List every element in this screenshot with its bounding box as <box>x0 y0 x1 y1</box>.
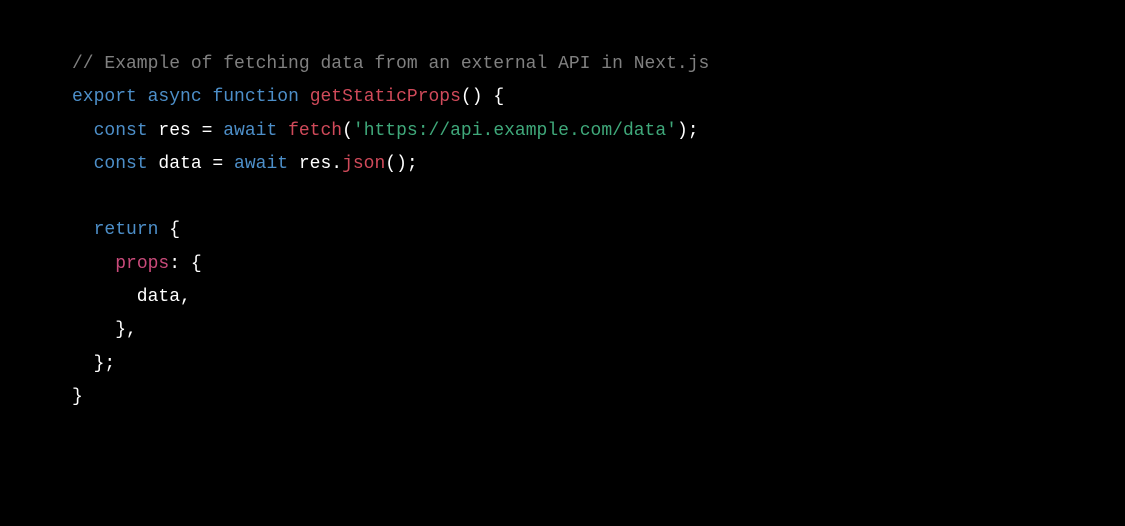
keyword-await: await <box>223 121 277 141</box>
indent <box>72 121 94 141</box>
keyword-function: function <box>212 87 298 107</box>
var-data: data = <box>148 154 234 174</box>
code-snippet: // Example of fetching data from an exte… <box>72 48 1053 414</box>
brace-close: } <box>72 387 83 407</box>
brace-open: { <box>158 220 180 240</box>
space <box>277 121 288 141</box>
prop-props: props <box>115 254 169 274</box>
keyword-async: async <box>148 87 202 107</box>
indent <box>72 220 94 240</box>
punct: : { <box>169 254 201 274</box>
indent <box>72 254 115 274</box>
call-json: json <box>342 154 385 174</box>
keyword-export: export <box>72 87 137 107</box>
keyword-await: await <box>234 154 288 174</box>
punct: () { <box>461 87 504 107</box>
res-dot: res. <box>288 154 342 174</box>
var-res: res = <box>148 121 224 141</box>
brace-close: }; <box>72 354 115 374</box>
call-fetch: fetch <box>288 121 342 141</box>
paren-close: ); <box>677 121 699 141</box>
paren-open: ( <box>342 121 353 141</box>
code-comment: // Example of fetching data from an exte… <box>72 54 709 74</box>
keyword-return: return <box>94 220 159 240</box>
punct: (); <box>385 154 417 174</box>
indent <box>72 154 94 174</box>
keyword-const: const <box>94 154 148 174</box>
string-url: 'https://api.example.com/data' <box>353 121 677 141</box>
line-data: data, <box>72 287 191 307</box>
function-name: getStaticProps <box>310 87 461 107</box>
keyword-const: const <box>94 121 148 141</box>
brace-close: }, <box>72 320 137 340</box>
